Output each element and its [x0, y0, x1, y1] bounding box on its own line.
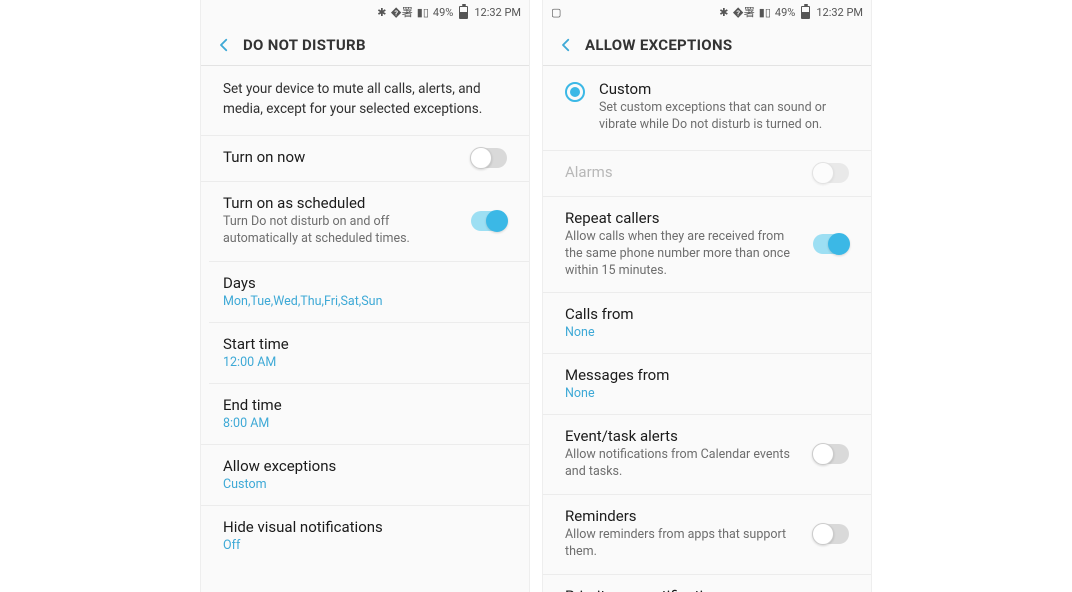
- battery-icon: [459, 6, 468, 19]
- back-button[interactable]: [209, 30, 239, 60]
- row-end-time[interactable]: End time 8:00 AM: [209, 383, 529, 444]
- toggle-turn-on-scheduled[interactable]: [471, 211, 507, 231]
- row-turn-on-now[interactable]: Turn on now: [201, 135, 529, 181]
- row-allow-exceptions[interactable]: Allow exceptions Custom: [201, 444, 529, 505]
- battery-pct: 49%: [775, 7, 795, 18]
- row-value: Custom: [223, 477, 507, 492]
- row-title: Repeat callers: [565, 209, 801, 227]
- toggle-alarms: [813, 163, 849, 183]
- page-title: DO NOT DISTURB: [243, 36, 366, 54]
- status-time: 12:32 PM: [474, 7, 521, 18]
- row-title: Turn on now: [223, 148, 459, 166]
- row-title: Alarms: [565, 163, 801, 181]
- row-event-task-alerts[interactable]: Event/task alerts Allow notifications fr…: [543, 414, 871, 494]
- battery-pct: 49%: [433, 7, 453, 18]
- row-title: Calls from: [565, 305, 849, 323]
- chevron-left-icon: [557, 36, 575, 54]
- row-value: Mon,Tue,Wed,Thu,Fri,Sat,Sun: [223, 294, 509, 309]
- content: Custom Set custom exceptions that can so…: [543, 66, 871, 592]
- page-title: ALLOW EXCEPTIONS: [585, 36, 732, 54]
- row-title: Custom: [599, 80, 849, 98]
- row-title: Days: [223, 274, 509, 292]
- chevron-left-icon: [215, 36, 233, 54]
- wifi-icon: �署: [733, 7, 755, 18]
- picture-notification-icon: ▢: [551, 7, 561, 18]
- row-title: Start time: [223, 335, 509, 353]
- screen-allow-exceptions: ▢ ✱ �署 ▮▯ 49% 12:32 PM ALLOW EXCEPTIONS …: [542, 0, 872, 592]
- row-reminders[interactable]: Reminders Allow reminders from apps that…: [543, 494, 871, 574]
- row-subtitle: Allow notifications from Calendar events…: [565, 447, 801, 481]
- app-bar: ALLOW EXCEPTIONS: [543, 24, 871, 66]
- status-bar: ✱ �署 ▮▯ 49% 12:32 PM: [201, 0, 529, 24]
- toggle-repeat-callers[interactable]: [813, 234, 849, 254]
- toggle-event-task-alerts[interactable]: [813, 444, 849, 464]
- row-title: Allow exceptions: [223, 457, 507, 475]
- bluetooth-icon: ✱: [719, 7, 728, 18]
- row-priority-app-notifications[interactable]: Priority app notifications Allow notific…: [543, 574, 871, 592]
- row-subtitle: Allow reminders from apps that support t…: [565, 527, 801, 561]
- status-bar: ▢ ✱ �署 ▮▯ 49% 12:32 PM: [543, 0, 871, 24]
- row-turn-on-scheduled[interactable]: Turn on as scheduled Turn Do not disturb…: [201, 181, 529, 261]
- page-description: Set your device to mute all calls, alert…: [201, 66, 529, 135]
- row-title: Turn on as scheduled: [223, 194, 459, 212]
- row-subtitle: Allow calls when they are received from …: [565, 229, 801, 280]
- row-title: Reminders: [565, 507, 801, 525]
- row-value: 12:00 AM: [223, 355, 509, 370]
- row-value: None: [565, 325, 849, 340]
- row-calls-from[interactable]: Calls from None: [543, 292, 871, 353]
- row-title: End time: [223, 396, 509, 414]
- row-hide-visual-notifications[interactable]: Hide visual notifications Off: [201, 505, 529, 566]
- row-subtitle: Turn Do not disturb on and off automatic…: [223, 214, 459, 248]
- battery-icon: [801, 6, 810, 19]
- wifi-icon: �署: [391, 7, 413, 18]
- row-title: Event/task alerts: [565, 427, 801, 445]
- status-time: 12:32 PM: [816, 7, 863, 18]
- row-title: Messages from: [565, 366, 849, 384]
- toggle-reminders[interactable]: [813, 524, 849, 544]
- back-button[interactable]: [551, 30, 581, 60]
- row-title: Hide visual notifications: [223, 518, 507, 536]
- row-value: 8:00 AM: [223, 416, 509, 431]
- row-messages-from[interactable]: Messages from None: [543, 353, 871, 414]
- app-bar: DO NOT DISTURB: [201, 24, 529, 66]
- row-days[interactable]: Days Mon,Tue,Wed,Thu,Fri,Sat,Sun: [209, 261, 529, 322]
- radio-selected-icon: [565, 82, 585, 102]
- row-title: Priority app notifications: [565, 587, 849, 592]
- signal-icon: ▮▯: [759, 7, 771, 18]
- row-start-time[interactable]: Start time 12:00 AM: [209, 322, 529, 383]
- row-alarms: Alarms: [543, 150, 871, 196]
- row-value: None: [565, 386, 849, 401]
- screen-do-not-disturb: ✱ �署 ▮▯ 49% 12:32 PM DO NOT DISTURB Set …: [200, 0, 530, 592]
- row-repeat-callers[interactable]: Repeat callers Allow calls when they are…: [543, 196, 871, 293]
- bluetooth-icon: ✱: [377, 7, 386, 18]
- row-custom-radio[interactable]: Custom Set custom exceptions that can so…: [543, 66, 871, 150]
- row-subtitle: Set custom exceptions that can sound or …: [599, 100, 849, 134]
- signal-icon: ▮▯: [417, 7, 429, 18]
- toggle-turn-on-now[interactable]: [471, 148, 507, 168]
- content: Set your device to mute all calls, alert…: [201, 66, 529, 592]
- row-value: Off: [223, 538, 507, 553]
